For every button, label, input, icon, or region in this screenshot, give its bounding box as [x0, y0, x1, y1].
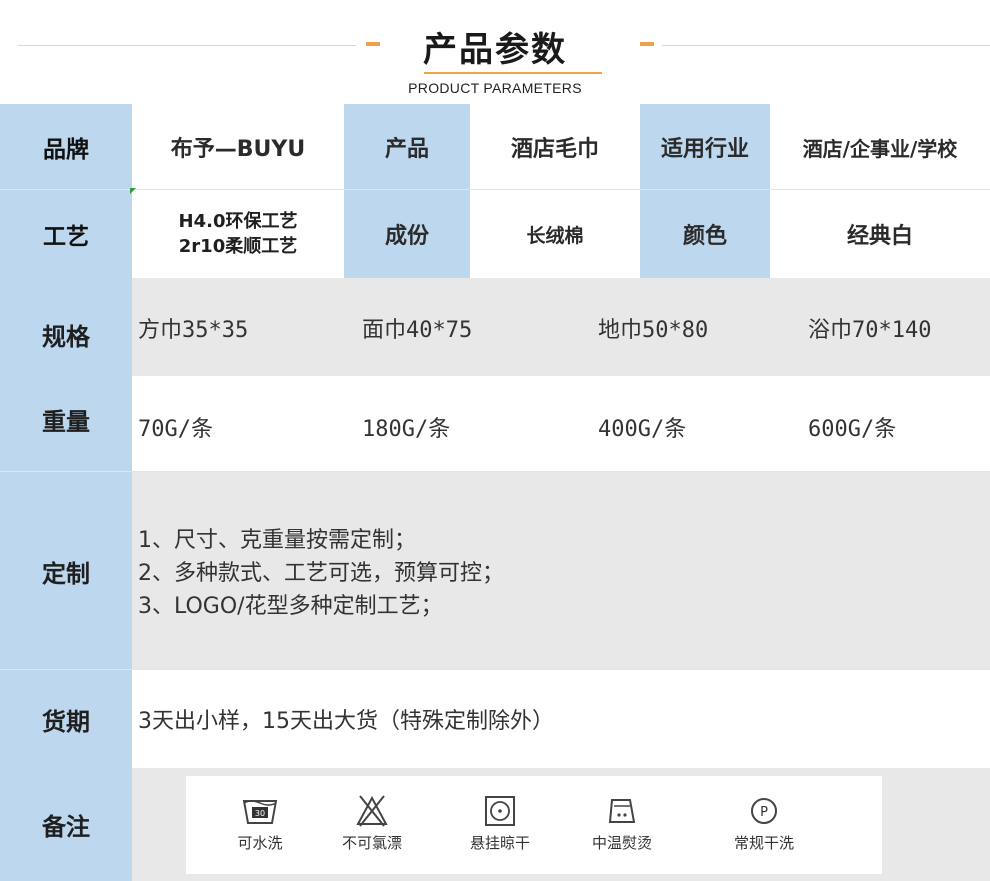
header-line-right: [662, 45, 990, 46]
hang-dry-icon: [450, 794, 550, 828]
care-label-no-bleach: 不可氯漂: [341, 834, 402, 852]
industry-value: 酒店/企事业/学校: [802, 136, 958, 161]
page-title: 产品参数: [423, 30, 567, 70]
color-label: 颜色: [640, 190, 770, 278]
weight-value-1: 70G/条: [138, 417, 213, 442]
spec-value-4: 浴巾70*140: [808, 318, 932, 343]
care-item-no-bleach: 不可氯漂: [322, 794, 422, 853]
custom-lines: 1、尺寸、克重量按需定制； 2、多种款式、工艺可选，预算可控； 3、LOGO/花…: [138, 524, 504, 623]
spec-label: 规格: [0, 278, 132, 376]
weight-value-2: 180G/条: [362, 417, 451, 442]
care-item-hang-dry: 悬挂晾干: [450, 794, 550, 853]
spec-value-1: 方巾35*35: [138, 318, 249, 343]
page-subtitle: PRODUCT PARAMETERS: [408, 80, 582, 96]
custom-label: 定制: [0, 472, 132, 670]
delivery-label: 货期: [0, 670, 132, 768]
custom-line-3: 3、LOGO/花型多种定制工艺；: [138, 594, 443, 619]
header: 产品参数 PRODUCT PARAMETERS: [0, 0, 990, 104]
weight-value-3: 400G/条: [598, 417, 687, 442]
care-item-iron: 中温熨烫: [572, 794, 672, 853]
product-label: 产品: [344, 104, 470, 190]
craft-value: H4.0环保工艺 2r10柔顺工艺: [132, 190, 344, 278]
row-brand: 品牌 布予—BUYU 产品 酒店毛巾 适用行业 酒店/企事业/学校: [0, 104, 990, 190]
craft-line-1: H4.0环保工艺: [178, 211, 298, 232]
care-label-wash: 可水洗: [237, 834, 283, 852]
care-item-wash: 30 可水洗: [210, 794, 310, 853]
craft-label: 工艺: [0, 190, 132, 278]
title-underline: [424, 72, 602, 74]
delivery-value: 3天出小样，15天出大货（特殊定制除外）: [138, 709, 554, 734]
brand-value: 布予—BUYU: [170, 137, 306, 162]
corner-marker: [130, 188, 136, 194]
craft-line-2: 2r10柔顺工艺: [178, 236, 298, 257]
row-spec: 规格 方巾35*35 面巾40*75 地巾50*80 浴巾70*140: [0, 278, 990, 376]
row-custom: 定制 1、尺寸、克重量按需定制； 2、多种款式、工艺可选，预算可控； 3、LOG…: [0, 472, 990, 670]
dry-clean-icon: P: [714, 794, 814, 828]
care-label-iron: 中温熨烫: [591, 834, 652, 852]
iron-medium-icon: [572, 794, 672, 828]
material-value: 长绒棉: [526, 224, 584, 247]
notes-label: 备注: [0, 768, 132, 881]
dry-clean-tag: P: [760, 805, 768, 820]
wash-temp-tag: 30: [255, 809, 265, 818]
weight-value-4: 600G/条: [808, 417, 897, 442]
wash-30-icon: 30: [210, 794, 310, 828]
material-label: 成份: [344, 190, 470, 278]
row-craft: 工艺 H4.0环保工艺 2r10柔顺工艺 成份 长绒棉 颜色 经典白: [0, 190, 990, 278]
care-item-dry-clean: P 常规干洗: [714, 794, 814, 853]
header-dash-right: [640, 42, 654, 46]
spec-value-3: 地巾50*80: [598, 318, 709, 343]
custom-line-2: 2、多种款式、工艺可选，预算可控；: [138, 561, 504, 586]
no-bleach-icon: [322, 794, 422, 828]
custom-line-1: 1、尺寸、克重量按需定制；: [138, 528, 416, 553]
care-label-dry-clean: 常规干洗: [733, 834, 794, 852]
product-value: 酒店毛巾: [510, 137, 599, 162]
care-label-hang-dry: 悬挂晾干: [469, 834, 530, 852]
color-value: 经典白: [846, 224, 913, 249]
row-notes: 备注 30 可水洗 不可氯漂 悬挂晾干 中温熨烫 P 常规干洗: [0, 768, 990, 881]
spec-value-2: 面巾40*75: [362, 318, 473, 343]
weight-label: 重量: [0, 376, 132, 472]
brand-label: 品牌: [0, 104, 132, 190]
row-weight: 重量 70G/条 180G/条 400G/条 600G/条: [0, 376, 990, 472]
row-delivery: 货期 3天出小样，15天出大货（特殊定制除外）: [0, 670, 990, 768]
care-panel: 30 可水洗 不可氯漂 悬挂晾干 中温熨烫 P 常规干洗: [186, 776, 882, 874]
industry-label: 适用行业: [640, 104, 770, 190]
